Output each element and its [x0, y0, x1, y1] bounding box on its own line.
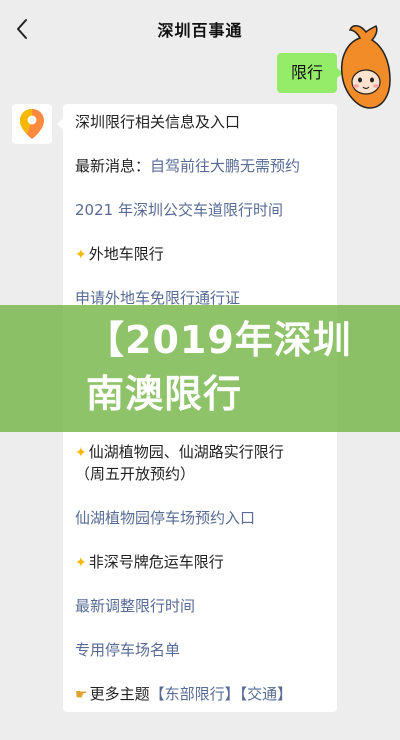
nonlocal-car-section: ✦ 外地车限行	[75, 244, 331, 266]
star-icon: ✦	[75, 247, 87, 263]
parking-reserve-link[interactable]: 仙湖植物园停车场预约入口	[75, 508, 331, 529]
latest-news-link[interactable]: 自驾前往大鹏无需预约	[150, 157, 300, 175]
hazmat-section: ✦ 非深号牌危运车限行	[75, 552, 331, 574]
title-overlay-banner: 【2019年深圳南澳限行	[0, 305, 400, 432]
topic-traffic-link[interactable]: 【交通】	[240, 685, 293, 703]
latest-news-line: 最新消息：自驾前往大鹏无需预约	[75, 156, 331, 177]
more-topics-line: ☛ 更多主题【东部限行】【交通】	[75, 684, 331, 706]
hazmat-label: 非深号牌危运车限行	[88, 553, 224, 571]
overlay-title: 【2019年深圳南澳限行	[86, 318, 352, 416]
chevron-left-icon	[17, 19, 27, 39]
parking-list-link[interactable]: 专用停车场名单	[75, 640, 331, 661]
chat-title: 深圳百事通	[157, 21, 243, 40]
mascot-avatar-icon	[340, 24, 391, 109]
xianhu-note: （周五开放预约）	[75, 465, 196, 483]
user-avatar[interactable]	[336, 22, 394, 116]
topic-east-link[interactable]: 【东部限行】	[150, 685, 240, 703]
user-message-bubble[interactable]: 限行	[276, 53, 344, 93]
bot-avatar[interactable]	[12, 104, 52, 144]
xianhu-section: ✦ 仙湖植物园、仙湖路实行限行	[75, 442, 331, 464]
pointing-hand-icon: ☛	[75, 687, 88, 703]
more-topics-prefix: 更多主题	[89, 685, 150, 703]
adjusted-time-link[interactable]: 最新调整限行时间	[75, 596, 331, 617]
message-heading: 深圳限行相关信息及入口	[75, 113, 241, 131]
nonlocal-car-label: 外地车限行	[88, 245, 164, 263]
bus-lane-link[interactable]: 2021 年深圳公交车道限行时间	[75, 200, 331, 221]
xianhu-label: 仙湖植物园、仙湖路实行限行	[88, 443, 284, 461]
back-button[interactable]	[8, 13, 36, 45]
location-pin-icon	[20, 109, 44, 139]
star-icon: ✦	[75, 555, 87, 571]
star-icon: ✦	[75, 445, 87, 461]
latest-news-prefix: 最新消息：	[75, 157, 151, 175]
